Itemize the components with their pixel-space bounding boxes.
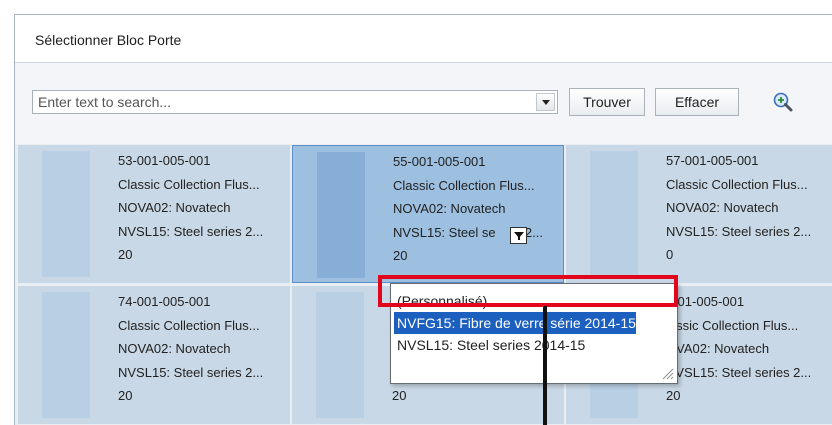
tile-quantity: 0 [666, 247, 674, 262]
annotation-highlight-box [378, 275, 678, 307]
door-thumbnail [590, 151, 638, 277]
tile-code: 55-001-005-001 [393, 154, 486, 169]
tile-quantity: 20 [392, 388, 407, 403]
search-combo[interactable] [32, 90, 558, 114]
door-block-tile[interactable]: 57-001-005-001 Classic Collection Flus..… [566, 145, 832, 283]
tile-code: 74-001-005-001 [118, 294, 211, 309]
funnel-stem [518, 236, 520, 240]
search-input[interactable] [33, 91, 533, 113]
tile-manufacturer: NOVA02: Novatech [118, 341, 231, 356]
tile-quantity: 20 [393, 248, 408, 263]
door-thumbnail [316, 292, 364, 418]
series-option-nvsl15[interactable]: NVSL15: Steel series 2014-15 [394, 334, 585, 356]
find-button[interactable]: Trouver [569, 88, 645, 116]
clear-button[interactable]: Effacer [655, 88, 739, 116]
tile-series: NVSL15: Steel series 2... [666, 364, 812, 380]
door-thumbnail [42, 151, 90, 277]
resize-grip-icon[interactable] [660, 366, 674, 380]
door-block-tile-selected[interactable]: 55-001-005-001 Classic Collection Flus..… [292, 145, 564, 283]
search-dropdown-button[interactable] [536, 93, 555, 111]
tile-collection: Classic Collection Flus... [118, 317, 260, 333]
tile-quantity: 20 [118, 247, 133, 262]
tile-manufacturer: OVA02: Novatech [666, 341, 770, 356]
tile-collection: lassic Collection Flus... [666, 317, 799, 333]
tile-code: 57-001-005-001 [666, 153, 759, 168]
tile-manufacturer: NOVA02: Novatech [666, 200, 779, 215]
series-filter-button[interactable] [510, 227, 527, 244]
tile-quantity: 20 [666, 388, 681, 403]
tile-series: NVSL15: Steel series 2... [666, 223, 812, 239]
tile-series-suffix: 2... [524, 224, 543, 240]
tile-collection: Classic Collection Flus... [118, 176, 260, 192]
tile-collection: Classic Collection Flus... [393, 177, 535, 193]
series-option-nvfg15[interactable]: NVFG15: Fibre de verre série 2014-15 [394, 312, 636, 334]
tile-manufacturer: NOVA02: Novatech [393, 201, 506, 216]
chevron-down-icon [541, 99, 550, 105]
tile-series-text: NVSL15: Steel se [393, 224, 496, 240]
tile-code: -001-005-001 [666, 294, 745, 309]
door-block-tile[interactable]: 74-001-005-001 Classic Collection Flus..… [18, 286, 290, 424]
tile-quantity: 20 [118, 388, 133, 403]
door-block-tile[interactable]: 53-001-005-001 Classic Collection Flus..… [18, 145, 290, 283]
tile-series: NVSL15: Steel series 2... [118, 364, 264, 380]
zoom-in-icon[interactable] [772, 91, 794, 113]
search-toolbar: Trouver Effacer [15, 64, 832, 144]
tile-manufacturer: NOVA02: Novatech [118, 200, 231, 215]
tile-collection: Classic Collection Flus... [666, 176, 808, 192]
annotation-pointer-line [543, 306, 547, 425]
door-thumbnail [42, 292, 90, 418]
tile-series: NVSL15: Steel series 2... [118, 223, 264, 239]
door-thumbnail [317, 152, 365, 278]
tile-code: 53-001-005-001 [118, 153, 211, 168]
dialog-title: Sélectionner Bloc Porte [15, 15, 832, 63]
